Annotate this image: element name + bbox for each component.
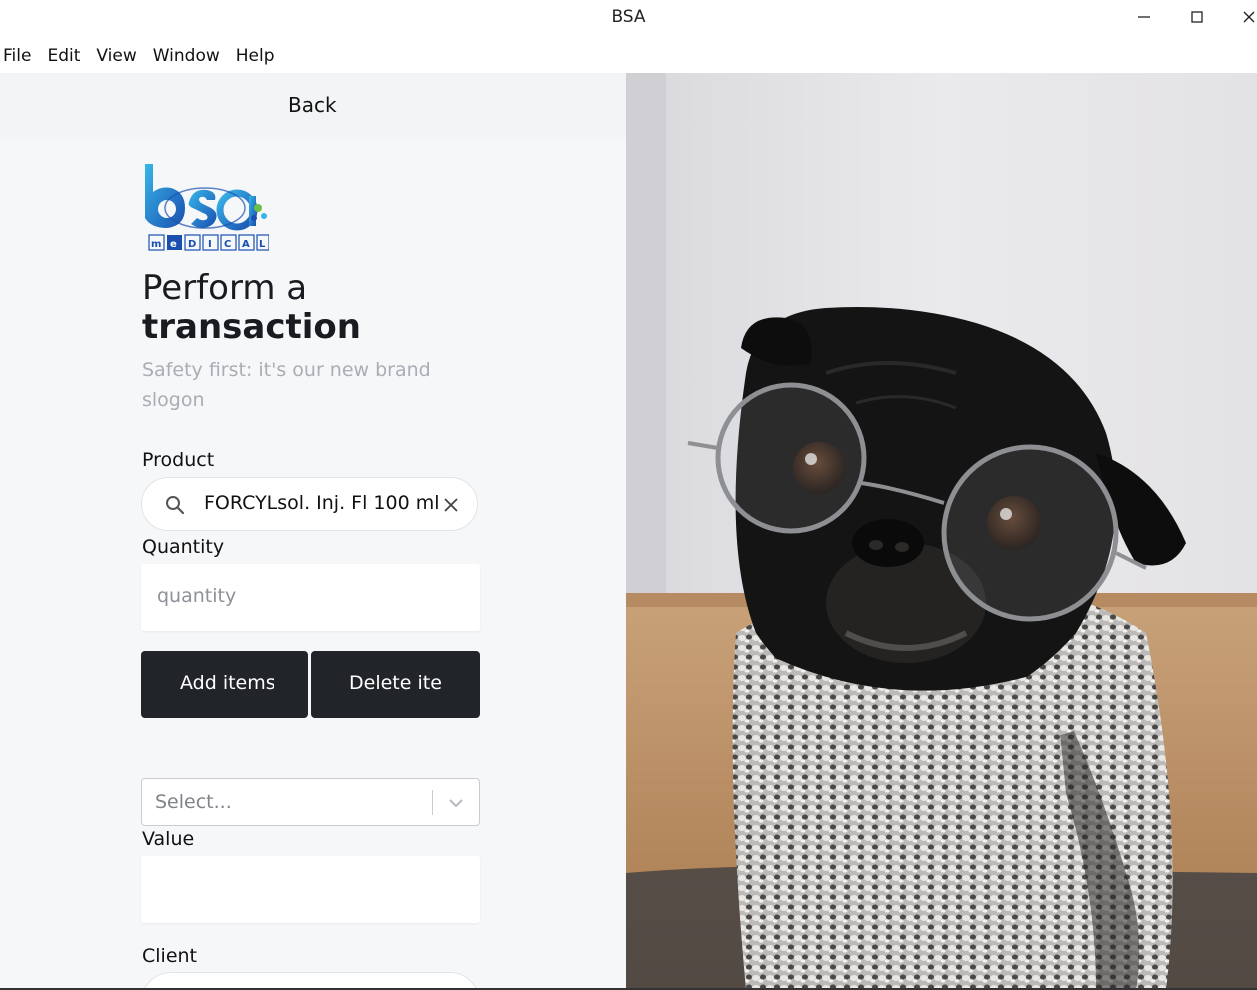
svg-text:L: L [259, 239, 266, 250]
menu-help[interactable]: Help [228, 42, 283, 70]
close-icon[interactable] [1234, 6, 1257, 28]
minimize-icon[interactable] [1129, 6, 1159, 28]
back-button[interactable]: Back [288, 93, 337, 117]
slogan-text: Safety first: it's our new brand slogon [142, 359, 431, 411]
product-search-value: FORCYLsol. Inj. Fl 100 ml [204, 492, 440, 514]
svg-text:A: A [242, 239, 250, 250]
form-panel: Back m e D I C A L Perform a transaction… [0, 73, 626, 990]
product-search-input[interactable]: FORCYLsol. Inj. Fl 100 ml [141, 477, 478, 531]
svg-text:D: D [188, 239, 196, 250]
quantity-placeholder: quantity [157, 585, 237, 607]
select-dropdown[interactable]: Select... [141, 778, 480, 826]
heading-line-1: Perform a [142, 268, 308, 308]
maximize-icon[interactable] [1182, 6, 1212, 28]
delete-items-label: Delete items [349, 672, 442, 694]
delete-items-button[interactable]: Delete items [311, 651, 480, 718]
menu-view[interactable]: View [88, 42, 144, 70]
title-bar: BSA [0, 0, 1257, 36]
bsa-medical-logo: m e D I C A L [141, 162, 270, 254]
quantity-input[interactable]: quantity [141, 564, 480, 631]
product-label: Product [142, 449, 215, 471]
window-title: BSA [611, 7, 646, 27]
menu-window[interactable]: Window [145, 42, 228, 70]
search-icon [164, 494, 186, 516]
pug-photo [626, 73, 1257, 990]
clear-icon[interactable] [440, 494, 462, 516]
client-label: Client [142, 945, 198, 967]
menu-file[interactable]: File [0, 42, 39, 70]
add-items-label: Add items [180, 672, 274, 694]
menu-edit[interactable]: Edit [39, 42, 88, 70]
value-input[interactable] [141, 856, 480, 923]
svg-text:m: m [151, 239, 161, 250]
chevron-down-icon[interactable] [445, 793, 467, 813]
value-label: Value [142, 828, 195, 850]
select-separator [432, 790, 433, 815]
svg-text:C: C [224, 239, 231, 250]
svg-text:I: I [208, 239, 212, 250]
heading-line-2: transaction [142, 307, 361, 347]
back-bar: Back [0, 73, 626, 139]
svg-text:e: e [170, 239, 177, 250]
menu-bar: File Edit View Window Help [0, 42, 283, 70]
quantity-label: Quantity [142, 536, 225, 558]
select-placeholder: Select... [155, 791, 232, 813]
add-items-button[interactable]: Add items [141, 651, 308, 718]
